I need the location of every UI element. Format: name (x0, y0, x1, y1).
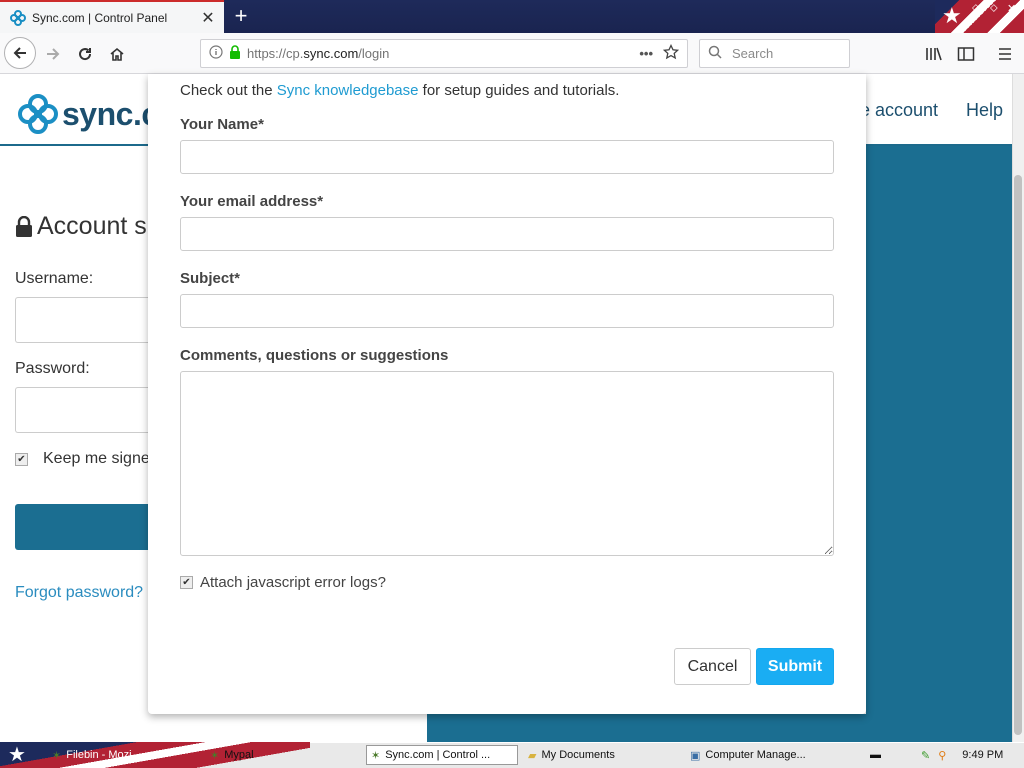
scrollbar-thumb[interactable] (1014, 175, 1022, 735)
sync-logo[interactable]: sync.c (18, 94, 159, 134)
subject-input[interactable] (180, 294, 834, 328)
subject-label: Subject* (180, 270, 241, 287)
background-banner-bottom (427, 714, 1012, 742)
name-input[interactable] (180, 140, 834, 174)
login-title: Account si (15, 212, 152, 241)
back-button[interactable] (4, 37, 36, 69)
url-text: https://cp.sync.com/login (247, 46, 389, 61)
sign-in-button[interactable] (15, 504, 155, 550)
url-prefix: https://cp. (247, 46, 304, 61)
tab-close-icon[interactable]: ✕ (196, 8, 220, 28)
clock[interactable]: 9:49 PM (962, 749, 1003, 761)
tab-strip: Sync.com | Control Panel ✕ + (0, 0, 1024, 33)
system-tray: ▬ ✎ ⚲ 9:49 PM (870, 745, 1003, 765)
name-label: Your Name* (180, 116, 264, 133)
arrow-left-icon (13, 47, 26, 59)
modal-intro: Check out the Sync knowledgebase for set… (180, 82, 619, 99)
url-path: /login (358, 46, 390, 61)
new-tab-button[interactable]: + (228, 3, 254, 29)
bookmark-star-icon[interactable] (662, 43, 680, 63)
browser-icon: ✶ (210, 749, 220, 762)
page-actions-icon[interactable]: ••• (639, 46, 653, 61)
keep-signed-in-checkbox[interactable]: ✔ Keep me signed (15, 450, 159, 468)
url-host: sync.com (303, 46, 359, 61)
menu-button[interactable] (990, 39, 1020, 69)
library-icon (926, 47, 942, 61)
logo-text: sync.c (62, 95, 159, 132)
username-input[interactable] (15, 297, 155, 343)
keyboard-icon[interactable]: ▬ (870, 749, 881, 761)
taskbar-item-label: Filebin - Mozi (66, 749, 132, 761)
tab-title: Sync.com | Control Panel (32, 10, 168, 25)
home-icon (110, 47, 124, 61)
search-placeholder: Search (732, 46, 774, 61)
hamburger-menu-icon (999, 48, 1011, 60)
nav-link-create-account[interactable]: e account (860, 100, 938, 121)
taskbar-item-label: My Documents (541, 749, 615, 761)
window-close-icon[interactable]: ✕ (1007, 2, 1016, 15)
submit-button[interactable]: Submit (756, 648, 834, 685)
folder-icon: ▰ (528, 749, 537, 762)
star-icon: ★ (942, 3, 962, 28)
email-label: Your email address* (180, 193, 324, 210)
navigation-toolbar: https://cp.sync.com/login ••• Search (0, 33, 1024, 74)
reload-icon (79, 48, 92, 61)
taskbar-item-label: Mypal (224, 749, 254, 761)
background-banner (866, 146, 1012, 742)
minimize-icon[interactable]: ⬦ (972, 2, 980, 15)
forgot-password-link[interactable]: Forgot password? (15, 584, 143, 602)
taskbar-item-my-documents[interactable]: ▰ My Documents (528, 745, 680, 765)
login-title-text: Account si (37, 212, 153, 240)
browser-icon: ✶ (371, 749, 381, 762)
sidebar-icon (957, 47, 975, 61)
padlock-icon (16, 215, 32, 237)
start-star-icon[interactable]: ★ (8, 742, 26, 767)
browser-icon: ✶ (52, 749, 62, 762)
cancel-button[interactable]: Cancel (674, 648, 751, 685)
info-icon[interactable] (209, 45, 223, 62)
password-input[interactable] (15, 387, 155, 433)
url-bar[interactable]: https://cp.sync.com/login ••• (200, 39, 688, 68)
sidebar-button[interactable] (951, 39, 981, 69)
reload-button[interactable] (70, 39, 100, 69)
home-button[interactable] (102, 39, 132, 69)
taskbar-item-sync[interactable]: ✶ Sync.com | Control ... (366, 745, 518, 765)
password-label: Password: (15, 360, 90, 377)
taskbar-item-label: Sync.com | Control ... (385, 749, 491, 761)
knowledgebase-link[interactable]: Sync knowledgebase (277, 82, 419, 99)
intro-suffix: for setup guides and tutorials. (418, 82, 620, 99)
checkbox-check-icon: ✔ (180, 576, 193, 589)
search-icon (708, 45, 722, 62)
sync-logo-icon (18, 94, 58, 134)
email-input[interactable] (180, 217, 834, 251)
nav-link-help[interactable]: Help (966, 100, 1003, 121)
comments-label: Comments, questions or suggestions (180, 347, 449, 364)
taskbar-item-label: Computer Manage... (705, 749, 806, 761)
arrow-right-icon (47, 48, 60, 60)
checkbox-check-icon: ✔ (15, 452, 28, 466)
page-footer-strip (148, 714, 427, 742)
library-button[interactable] (919, 39, 949, 69)
taskbar-item-mypal[interactable]: ✶ Mypal (210, 745, 360, 765)
forward-button[interactable] (38, 39, 68, 69)
sync-favicon-icon (10, 9, 26, 26)
lock-icon (229, 45, 241, 62)
taskbar-item-computer-manage[interactable]: ▣ Computer Manage... (690, 745, 842, 765)
magnifier-icon[interactable]: ⚲ (938, 749, 946, 762)
contact-modal: Check out the Sync knowledgebase for set… (148, 74, 866, 714)
maximize-icon[interactable]: ⬦ (990, 2, 998, 15)
tab-sync-control-panel[interactable]: Sync.com | Control Panel ✕ (0, 0, 224, 33)
network-icon[interactable]: ✎ (921, 749, 930, 762)
taskbar-item-filebin[interactable]: ✶ Filebin - Mozi (52, 745, 202, 765)
username-label: Username: (15, 270, 94, 287)
comments-textarea[interactable] (180, 371, 834, 556)
computer-icon: ▣ (690, 749, 701, 762)
intro-prefix: Check out the (180, 82, 277, 99)
keep-signed-in-label: Keep me signed (43, 450, 159, 467)
attach-logs-label: Attach javascript error logs? (200, 574, 386, 591)
attach-logs-checkbox[interactable]: ✔ Attach javascript error logs? (180, 574, 386, 591)
search-bar[interactable]: Search (699, 39, 850, 68)
